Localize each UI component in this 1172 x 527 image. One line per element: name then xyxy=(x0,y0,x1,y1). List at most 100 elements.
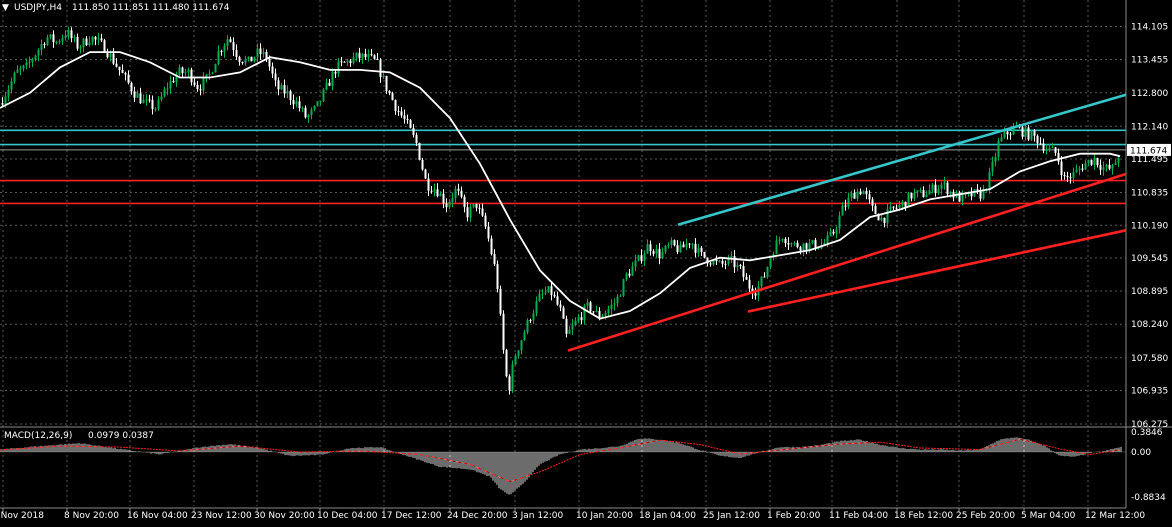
bull-candle xyxy=(301,107,304,109)
macd-values: 0.0979 0.0387 xyxy=(88,431,154,441)
price-tick-label: 108.895 xyxy=(1131,287,1168,297)
bull-candle xyxy=(166,88,169,90)
bull-candle xyxy=(1024,127,1027,137)
bull-candle xyxy=(310,109,313,116)
bull-candle xyxy=(7,89,10,97)
bear-candle xyxy=(457,188,460,191)
bear-candle xyxy=(853,192,856,199)
bear-candle xyxy=(94,36,97,40)
bull-candle xyxy=(790,243,793,245)
bear-candle xyxy=(277,80,280,90)
bull-candle xyxy=(295,101,298,105)
bear-candle xyxy=(748,279,751,289)
bear-candle xyxy=(556,296,559,305)
current-price-label: 111.674 xyxy=(1130,146,1167,156)
bear-candle xyxy=(334,72,337,74)
bear-candle xyxy=(640,255,643,261)
time-tick-label: 25 Feb 20:00 xyxy=(956,511,1015,521)
bull-candle xyxy=(58,41,61,43)
bear-candle xyxy=(379,59,382,78)
bear-candle xyxy=(496,264,499,290)
bull-candle xyxy=(154,108,157,110)
bull-candle xyxy=(214,64,217,73)
bear-candle xyxy=(871,199,874,206)
usdjpy-chart[interactable]: 114.105 113.455 112.800 112.140 111.495 110.8… xyxy=(0,0,1172,527)
bear-candle xyxy=(784,238,787,244)
bear-candle xyxy=(892,206,895,208)
bull-candle xyxy=(949,191,952,195)
bull-candle xyxy=(532,313,535,321)
bull-candle xyxy=(730,256,733,258)
bull-candle xyxy=(223,45,226,52)
bull-candle xyxy=(286,91,289,94)
bull-candle xyxy=(610,304,613,309)
bull-candle xyxy=(316,101,319,106)
bull-candle xyxy=(937,188,940,193)
bull-candle xyxy=(835,228,838,234)
bull-candle xyxy=(619,295,622,297)
bear-candle xyxy=(271,66,274,74)
bull-candle xyxy=(361,53,364,59)
price-tick-label: 112.800 xyxy=(1131,89,1168,99)
bull-candle xyxy=(997,140,1000,157)
time-tick-label: 1 Feb 20:00 xyxy=(767,511,821,521)
bull-candle xyxy=(817,248,820,250)
bull-candle xyxy=(523,332,526,341)
bear-candle xyxy=(133,91,136,98)
bull-candle xyxy=(319,101,322,103)
trend-lines[interactable] xyxy=(567,93,1127,352)
bull-candle xyxy=(586,302,589,306)
bull-candle xyxy=(184,72,187,74)
bull-candle xyxy=(808,243,811,250)
bear-candle xyxy=(733,256,736,268)
bear-candle xyxy=(721,260,724,264)
bull-candle xyxy=(577,317,580,321)
bull-candle xyxy=(346,60,349,63)
bull-candle xyxy=(1030,130,1033,140)
bull-candle xyxy=(1072,172,1075,179)
bull-candle xyxy=(82,38,85,48)
bear-candle xyxy=(910,192,913,199)
collapse-arrow-icon[interactable]: ▼ xyxy=(2,3,9,13)
bull-candle xyxy=(313,105,316,110)
bull-candle xyxy=(991,161,994,172)
time-tick-label: 10 Dec 04:00 xyxy=(317,511,378,521)
bull-candle xyxy=(367,54,370,58)
bull-candle xyxy=(604,313,607,316)
bear-candle xyxy=(976,189,979,191)
bull-candle xyxy=(655,248,658,254)
bear-candle xyxy=(250,56,253,62)
bear-candle xyxy=(121,70,124,73)
bear-candle xyxy=(190,69,193,83)
horizontal-levels xyxy=(0,129,1126,205)
price-tick-label: 109.545 xyxy=(1131,254,1168,264)
bear-candle xyxy=(235,50,238,58)
bear-candle xyxy=(292,100,295,105)
time-tick-label: 1 Nov 2018 xyxy=(0,511,44,521)
bull-candle xyxy=(931,184,934,191)
bear-candle xyxy=(388,91,391,94)
bull-candle xyxy=(109,53,112,58)
bear-candle xyxy=(43,43,46,45)
bear-candle xyxy=(682,244,685,248)
time-tick-label: 8 Nov 20:00 xyxy=(64,511,119,521)
bear-candle xyxy=(391,93,394,101)
bear-candle xyxy=(559,304,562,308)
bear-candle xyxy=(424,169,427,179)
bull-candle xyxy=(616,296,619,304)
time-tick-label: 12 Mar 12:00 xyxy=(1085,511,1145,521)
bear-candle xyxy=(289,91,292,101)
bull-candle xyxy=(568,329,571,334)
bear-candle xyxy=(1027,127,1030,140)
bull-candle xyxy=(544,292,547,294)
bear-candle xyxy=(445,203,448,208)
bull-candle xyxy=(889,206,892,210)
bear-candle xyxy=(673,240,676,246)
bear-candle xyxy=(373,55,376,59)
bear-candle xyxy=(349,60,352,64)
bull-candle xyxy=(34,55,37,60)
price-tick-label: 110.835 xyxy=(1131,189,1168,199)
bull-candle xyxy=(547,286,550,293)
bull-candle xyxy=(841,205,844,216)
bear-candle xyxy=(463,196,466,208)
